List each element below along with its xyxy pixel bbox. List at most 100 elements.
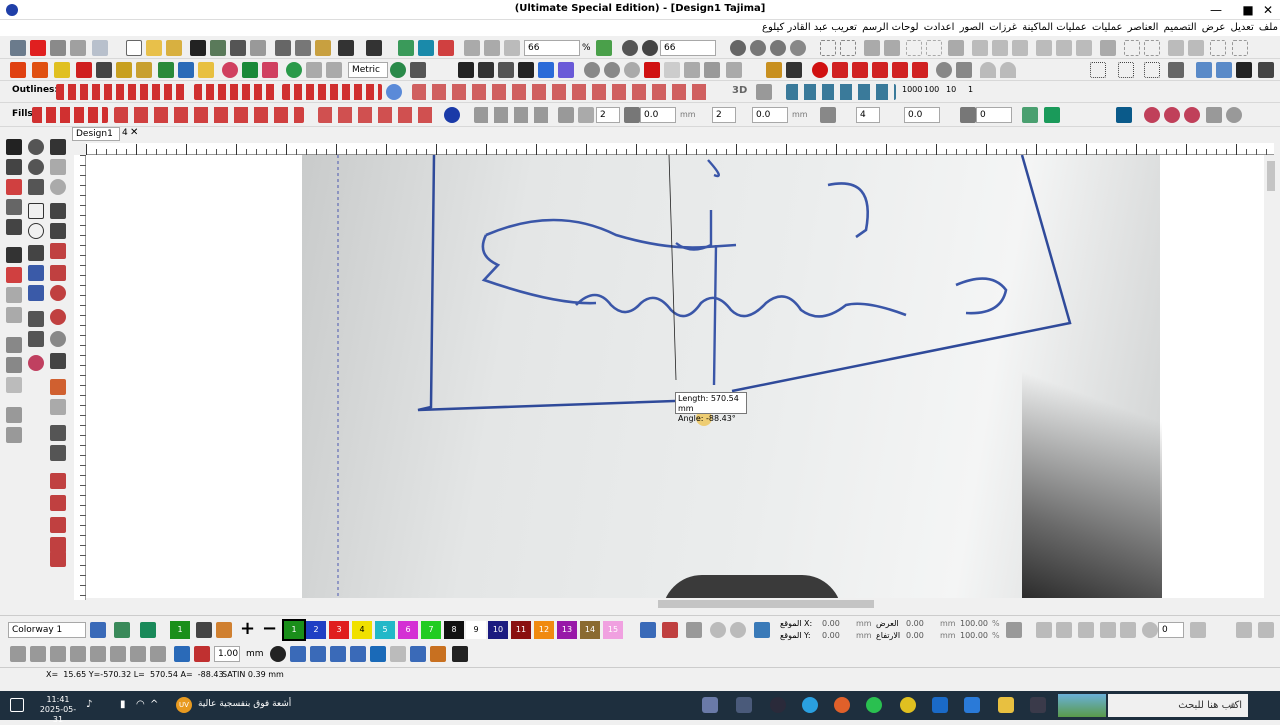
- arc-icon[interactable]: [980, 62, 996, 78]
- units-select[interactable]: Metric: [348, 62, 388, 78]
- shape-red-icon[interactable]: [194, 646, 210, 662]
- lock-proportions-icon[interactable]: [1006, 622, 1022, 638]
- spool-icon[interactable]: [754, 622, 770, 638]
- knife-tool-icon[interactable]: [6, 247, 22, 263]
- menu-item-file[interactable]: ملف: [1257, 20, 1280, 36]
- app-firefox-icon[interactable]: [834, 697, 850, 713]
- arrange-icon[interactable]: [1190, 622, 1206, 638]
- zoom-fit-icon[interactable]: [596, 40, 612, 56]
- weather-text[interactable]: أشعة فوق بنفسجية عالية: [198, 699, 291, 709]
- scale-height-value[interactable]: 100.00: [960, 631, 988, 640]
- save-icon[interactable]: [190, 40, 206, 56]
- vertical-scrollbar[interactable]: [1264, 155, 1278, 600]
- zoom-all-icon[interactable]: [790, 40, 806, 56]
- step-100-button[interactable]: 100: [924, 85, 939, 94]
- pos-x-value[interactable]: 0.00: [822, 619, 840, 628]
- line-tool-icon[interactable]: [28, 245, 44, 261]
- mirror-icon[interactable]: [1036, 622, 1052, 638]
- step2-tool-icon[interactable]: [50, 445, 66, 461]
- eyedropper-icon[interactable]: [196, 622, 212, 638]
- circle2-icon[interactable]: [604, 62, 620, 78]
- stitch3-tool-icon[interactable]: [6, 307, 22, 323]
- lock-icon[interactable]: [864, 40, 880, 56]
- align-right-icon[interactable]: [1012, 40, 1028, 56]
- pos-y-value[interactable]: 0.00: [822, 631, 840, 640]
- hoop-icon[interactable]: [262, 62, 278, 78]
- menu-item-operations[interactable]: عمليات: [1090, 20, 1125, 36]
- stamp-icon[interactable]: [430, 646, 446, 662]
- outline-styles-icon[interactable]: [56, 84, 186, 100]
- align-center-icon[interactable]: [992, 40, 1008, 56]
- appliqué-icon[interactable]: [136, 62, 152, 78]
- combine7-icon[interactable]: [130, 646, 146, 662]
- select-arrow-icon[interactable]: [458, 62, 474, 78]
- target-tool-icon[interactable]: [50, 309, 66, 325]
- step-1000-button[interactable]: 1000: [902, 85, 922, 94]
- satin5-tool-icon[interactable]: [50, 551, 66, 567]
- new-file-icon[interactable]: [126, 40, 142, 56]
- text-icon[interactable]: [518, 62, 534, 78]
- close-x-icon[interactable]: [1168, 62, 1184, 78]
- tab-design1[interactable]: Design1: [72, 127, 120, 141]
- scissors-icon[interactable]: [852, 62, 868, 78]
- menu-item-settings[interactable]: اعدادت: [922, 20, 957, 36]
- combine6-icon[interactable]: [110, 646, 126, 662]
- hand2-icon[interactable]: [484, 40, 500, 56]
- app-whatsapp-icon[interactable]: [866, 697, 882, 713]
- color-swatch-9[interactable]: 9: [466, 621, 486, 639]
- color-swatch-13[interactable]: 13: [557, 621, 577, 639]
- network-icon[interactable]: ◠: [136, 699, 145, 710]
- triple-run-icon[interactable]: [76, 62, 92, 78]
- hoop2-icon[interactable]: [1144, 107, 1160, 123]
- circle3-icon[interactable]: [624, 62, 640, 78]
- space2-icon[interactable]: [1144, 40, 1160, 56]
- list-view-icon[interactable]: [350, 646, 366, 662]
- paste-icon[interactable]: [315, 40, 331, 56]
- combine5-icon[interactable]: [90, 646, 106, 662]
- brush-tool-icon[interactable]: [6, 337, 22, 353]
- monogram-icon[interactable]: [538, 62, 554, 78]
- color-swatch-8[interactable]: 8: [444, 621, 464, 639]
- wave-icon[interactable]: [1022, 107, 1038, 123]
- outline-styles2-icon[interactable]: [194, 84, 278, 100]
- wave2-icon[interactable]: [1044, 107, 1060, 123]
- spacing2-icon[interactable]: [578, 107, 594, 123]
- sequence-icon[interactable]: [640, 622, 656, 638]
- zoom-1to1-icon[interactable]: [642, 40, 658, 56]
- app-outlook-icon[interactable]: [932, 697, 948, 713]
- knife-icon[interactable]: [96, 62, 112, 78]
- circle-icon[interactable]: [584, 62, 600, 78]
- app-explorer2-icon[interactable]: [736, 697, 752, 713]
- rotate2-tool-icon[interactable]: [28, 159, 44, 175]
- dots-icon[interactable]: [1090, 62, 1106, 78]
- align-top-icon[interactable]: [1036, 40, 1052, 56]
- cut-icon[interactable]: [275, 40, 291, 56]
- menu-item-credits[interactable]: تعريب عبد القادر كيلوع: [760, 20, 859, 36]
- array2-icon[interactable]: [1232, 40, 1248, 56]
- color-swatch-4[interactable]: 4: [352, 621, 372, 639]
- thread2-icon[interactable]: [704, 62, 720, 78]
- view-3d-toggle[interactable]: 3D: [732, 85, 747, 96]
- paint3-tool-icon[interactable]: [50, 285, 66, 301]
- info-icon[interactable]: [270, 646, 286, 662]
- pen2-tool-icon[interactable]: [6, 377, 22, 393]
- moon-icon[interactable]: [444, 107, 460, 123]
- fx2-icon[interactable]: [956, 62, 972, 78]
- menu-item-stitches[interactable]: غرزات: [987, 20, 1019, 36]
- outline-patterns-icon[interactable]: [412, 84, 712, 100]
- tie-icon[interactable]: [872, 62, 888, 78]
- app-telegram-icon[interactable]: [802, 697, 818, 713]
- menu-item-design[interactable]: التصميم: [1162, 20, 1199, 36]
- menu-item-images[interactable]: الصور: [958, 20, 987, 36]
- tatami-icon[interactable]: [32, 62, 48, 78]
- polygon-tool-icon[interactable]: [50, 203, 66, 219]
- color-swatch-current[interactable]: 1: [170, 621, 190, 639]
- hoop-tool-icon[interactable]: [28, 355, 44, 371]
- hoop4-icon[interactable]: [1184, 107, 1200, 123]
- color-tool-icon[interactable]: [6, 179, 22, 195]
- stitch-tool-icon[interactable]: [6, 267, 22, 283]
- color-swatch-14[interactable]: 14: [580, 621, 600, 639]
- angle-icon[interactable]: [960, 107, 976, 123]
- color-swatch-1[interactable]: 1: [282, 619, 306, 641]
- length-icon[interactable]: [624, 107, 640, 123]
